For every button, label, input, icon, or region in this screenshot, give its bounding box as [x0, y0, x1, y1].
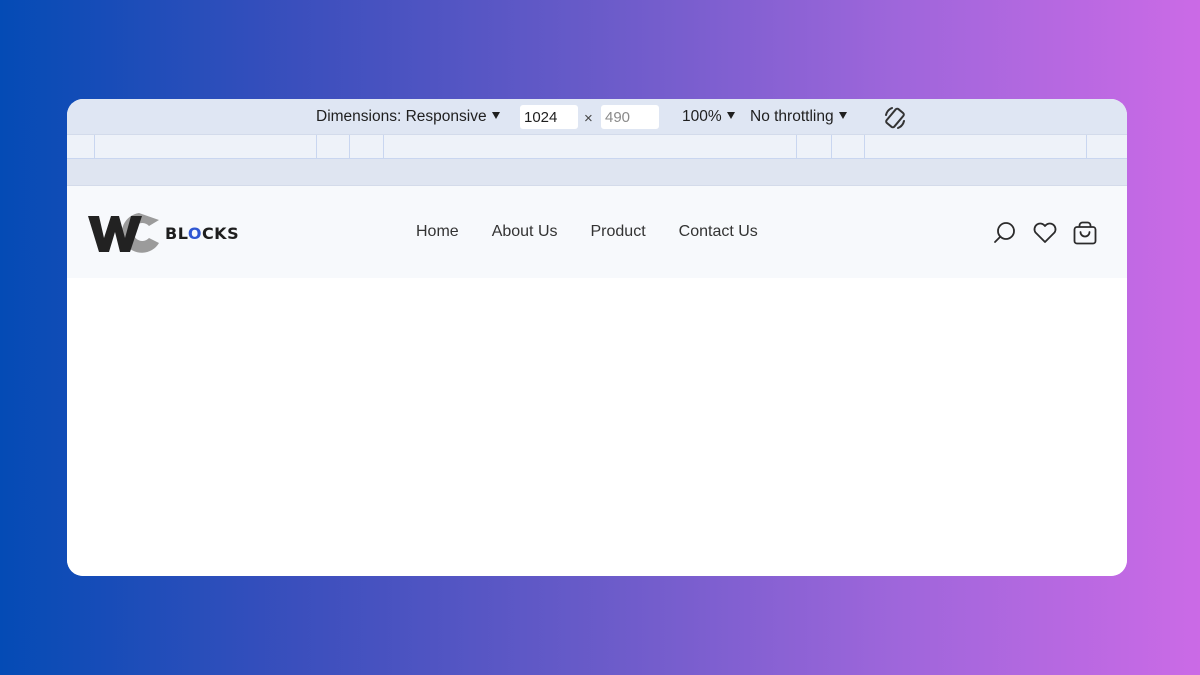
times-symbol: ×	[584, 110, 593, 127]
dimensions-label: Dimensions: Responsive	[316, 108, 487, 125]
ruler-divider	[316, 135, 317, 158]
zoom-label: 100%	[682, 108, 722, 125]
nav-link-contact-us[interactable]: Contact Us	[679, 223, 758, 241]
search-icon[interactable]	[991, 219, 1019, 247]
logo-wc-mark	[88, 213, 159, 253]
media-query-ruler[interactable]	[67, 135, 1127, 159]
height-input[interactable]	[601, 105, 659, 129]
browser-frame: Dimensions: Responsive × 100% No throttl…	[67, 99, 1127, 576]
heart-icon[interactable]	[1031, 219, 1059, 247]
ruler-divider	[796, 135, 797, 158]
ruler-divider	[864, 135, 865, 158]
viewport-top-gutter	[67, 159, 1127, 186]
logo-text-accent: O	[187, 224, 202, 243]
logo-text-part: CKS	[201, 224, 240, 243]
nav-link-about-us[interactable]: About Us	[492, 223, 558, 241]
device-toolbar: Dimensions: Responsive × 100% No throttl…	[67, 99, 1127, 135]
throttling-label: No throttling	[750, 108, 834, 125]
main-navigation: Home About Us Product Contact Us	[416, 186, 791, 278]
shopping-bag-icon[interactable]	[1071, 219, 1099, 247]
ruler-divider	[831, 135, 832, 158]
throttling-dropdown[interactable]: No throttling	[750, 99, 847, 135]
ruler-divider	[349, 135, 350, 158]
ruler-divider	[1086, 135, 1087, 158]
caret-down-icon	[838, 112, 847, 119]
caret-down-icon	[726, 112, 735, 119]
nav-link-home[interactable]: Home	[416, 223, 459, 241]
site-header: BLOCKS Home About Us Product Contact Us	[67, 186, 1127, 278]
dimensions-dropdown[interactable]: Dimensions: Responsive	[316, 99, 500, 135]
header-actions	[979, 219, 1099, 247]
caret-down-icon	[491, 112, 500, 119]
ruler-divider	[383, 135, 384, 158]
logo-wordmark: BLOCKS	[165, 224, 239, 243]
width-input[interactable]	[520, 105, 578, 129]
nav-link-product[interactable]: Product	[591, 223, 646, 241]
zoom-dropdown[interactable]: 100%	[682, 99, 735, 135]
rotate-icon[interactable]	[882, 105, 908, 131]
logo-text-part: BL	[165, 224, 188, 243]
ruler-divider	[94, 135, 95, 158]
page-content-area	[67, 278, 1127, 576]
site-logo[interactable]: BLOCKS	[87, 210, 239, 256]
